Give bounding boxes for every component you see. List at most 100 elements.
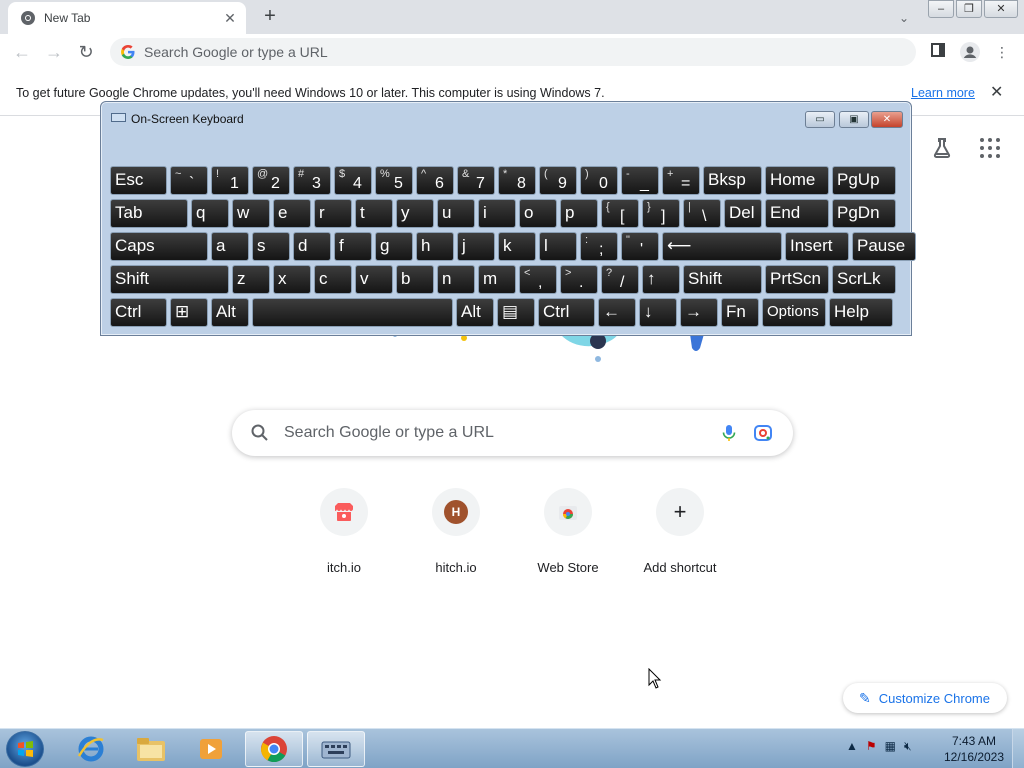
osk-key[interactable]: >. [560,265,598,294]
osk-key[interactable]: % 5 [375,166,413,195]
osk-key[interactable]: Shift [683,265,762,294]
osk-minimize-button[interactable]: ▭ [805,111,835,128]
osk-key[interactable]: v [355,265,393,294]
osk-key[interactable]: Help [829,298,893,327]
osk-key[interactable]: c [314,265,352,294]
osk-key[interactable]: :; [580,232,618,261]
osk-key[interactable]: | \ [683,199,721,228]
osk-key[interactable]: End [765,199,829,228]
osk-key[interactable]: $4 [334,166,372,195]
osk-key[interactable]: Esc [110,166,167,195]
osk-key[interactable]: {[ [601,199,639,228]
osk-key[interactable]: a [211,232,249,261]
osk-key[interactable]: Alt [211,298,249,327]
osk-key[interactable]: w [232,199,270,228]
osk-key[interactable]: n [437,265,475,294]
show-desktop-button[interactable] [1012,729,1024,768]
osk-key[interactable]: f [334,232,372,261]
osk-key[interactable]: z [232,265,270,294]
osk-key[interactable]: q [191,199,229,228]
osk-key[interactable]: Insert [785,232,849,261]
osk-key[interactable]: * 8 [498,166,536,195]
osk-key[interactable]: ! 1 [211,166,249,195]
osk-key[interactable]: r [314,199,352,228]
osk-key[interactable]: e [273,199,311,228]
osk-key[interactable]: j [457,232,495,261]
osk-key[interactable]: g [375,232,413,261]
show-hidden-icons-icon[interactable]: ▲ [846,739,858,754]
osk-key[interactable]: y [396,199,434,228]
osk-maximize-button[interactable]: ▣ [839,111,869,128]
osk-key[interactable]: (9 [539,166,577,195]
osk-key[interactable]: b [396,265,434,294]
internet-explorer-taskbar-button[interactable] [62,731,120,767]
osk-key[interactable]: }] [642,199,680,228]
osk-key[interactable]: Ctrl [538,298,595,327]
osk-key[interactable]: Tab [110,199,188,228]
osk-key[interactable]: ⊞ [170,298,208,327]
system-clock[interactable]: 7:43 AM 12/16/2023 [938,733,1010,765]
osk-key[interactable]: h [416,232,454,261]
osk-key[interactable]: PgUp [832,166,896,195]
osk-key[interactable]: k [498,232,536,261]
osk-key[interactable]: ← [598,298,636,327]
osk-key[interactable] [252,298,453,327]
osk-key[interactable]: & 7 [457,166,495,195]
file-explorer-taskbar-button[interactable] [122,731,180,767]
shortcut-itch-io[interactable]: itch.io [288,488,400,578]
osk-key[interactable]: m [478,265,516,294]
osk-key[interactable]: ) 0 [580,166,618,195]
start-button[interactable] [6,731,44,767]
osk-close-button[interactable]: ✕ [871,111,903,128]
osk-taskbar-button[interactable] [307,731,365,767]
osk-key[interactable]: d [293,232,331,261]
ntp-search-box[interactable]: Search Google or type a URL [232,410,793,456]
volume-muted-icon[interactable]: 🔇︎ [904,739,912,754]
osk-key[interactable]: " ' [621,232,659,261]
google-lens-icon[interactable] [753,423,773,443]
osk-key[interactable]: Shift [110,265,229,294]
osk-key[interactable]: p [560,199,598,228]
osk-key[interactable]: PgDn [832,199,896,228]
osk-key[interactable]: s [252,232,290,261]
microphone-icon[interactable] [719,423,739,443]
osk-key[interactable]: PrtScn [765,265,829,294]
osk-key[interactable]: Ctrl [110,298,167,327]
osk-key[interactable]: Home [765,166,829,195]
osk-key[interactable]: u [437,199,475,228]
osk-key[interactable]: + = [662,166,700,195]
osk-key[interactable]: Caps [110,232,208,261]
customize-chrome-button[interactable]: ✎ Customize Chrome [843,683,1007,713]
osk-key[interactable]: ▤ [497,298,535,327]
shortcut-web-store[interactable]: Web Store [512,488,624,578]
osk-key[interactable]: i [478,199,516,228]
osk-titlebar[interactable]: On-Screen Keyboard ▭ ▣ ✕ [101,102,911,132]
osk-key[interactable]: ↓ [639,298,677,327]
shortcut-hitch-io[interactable]: H hitch.io [400,488,512,578]
osk-key[interactable]: ↑ [642,265,680,294]
osk-key[interactable]: ~ ` [170,166,208,195]
osk-key[interactable]: ScrLk [832,265,896,294]
osk-key[interactable]: <, [519,265,557,294]
shortcut-add[interactable]: + Add shortcut [624,488,736,578]
osk-key[interactable]: - _ [621,166,659,195]
action-center-icon[interactable]: ⚑ [866,739,877,754]
osk-key[interactable]: Fn [721,298,759,327]
osk-key[interactable]: → [680,298,718,327]
media-player-taskbar-button[interactable] [182,731,240,767]
chrome-taskbar-button[interactable] [245,731,303,767]
osk-key[interactable]: x [273,265,311,294]
osk-key[interactable]: #3 [293,166,331,195]
osk-key[interactable]: t [355,199,393,228]
osk-key[interactable]: Del [724,199,762,228]
osk-key[interactable]: ? / [601,265,639,294]
osk-key[interactable]: ⟵ [662,232,782,261]
osk-key[interactable]: Alt [456,298,494,327]
network-icon[interactable]: ▦ [885,739,896,754]
osk-key[interactable]: Options [762,298,826,327]
osk-key[interactable]: l [539,232,577,261]
osk-key[interactable]: @2 [252,166,290,195]
osk-key[interactable]: Bksp [703,166,762,195]
osk-key[interactable]: o [519,199,557,228]
osk-key[interactable]: Pause [852,232,916,261]
